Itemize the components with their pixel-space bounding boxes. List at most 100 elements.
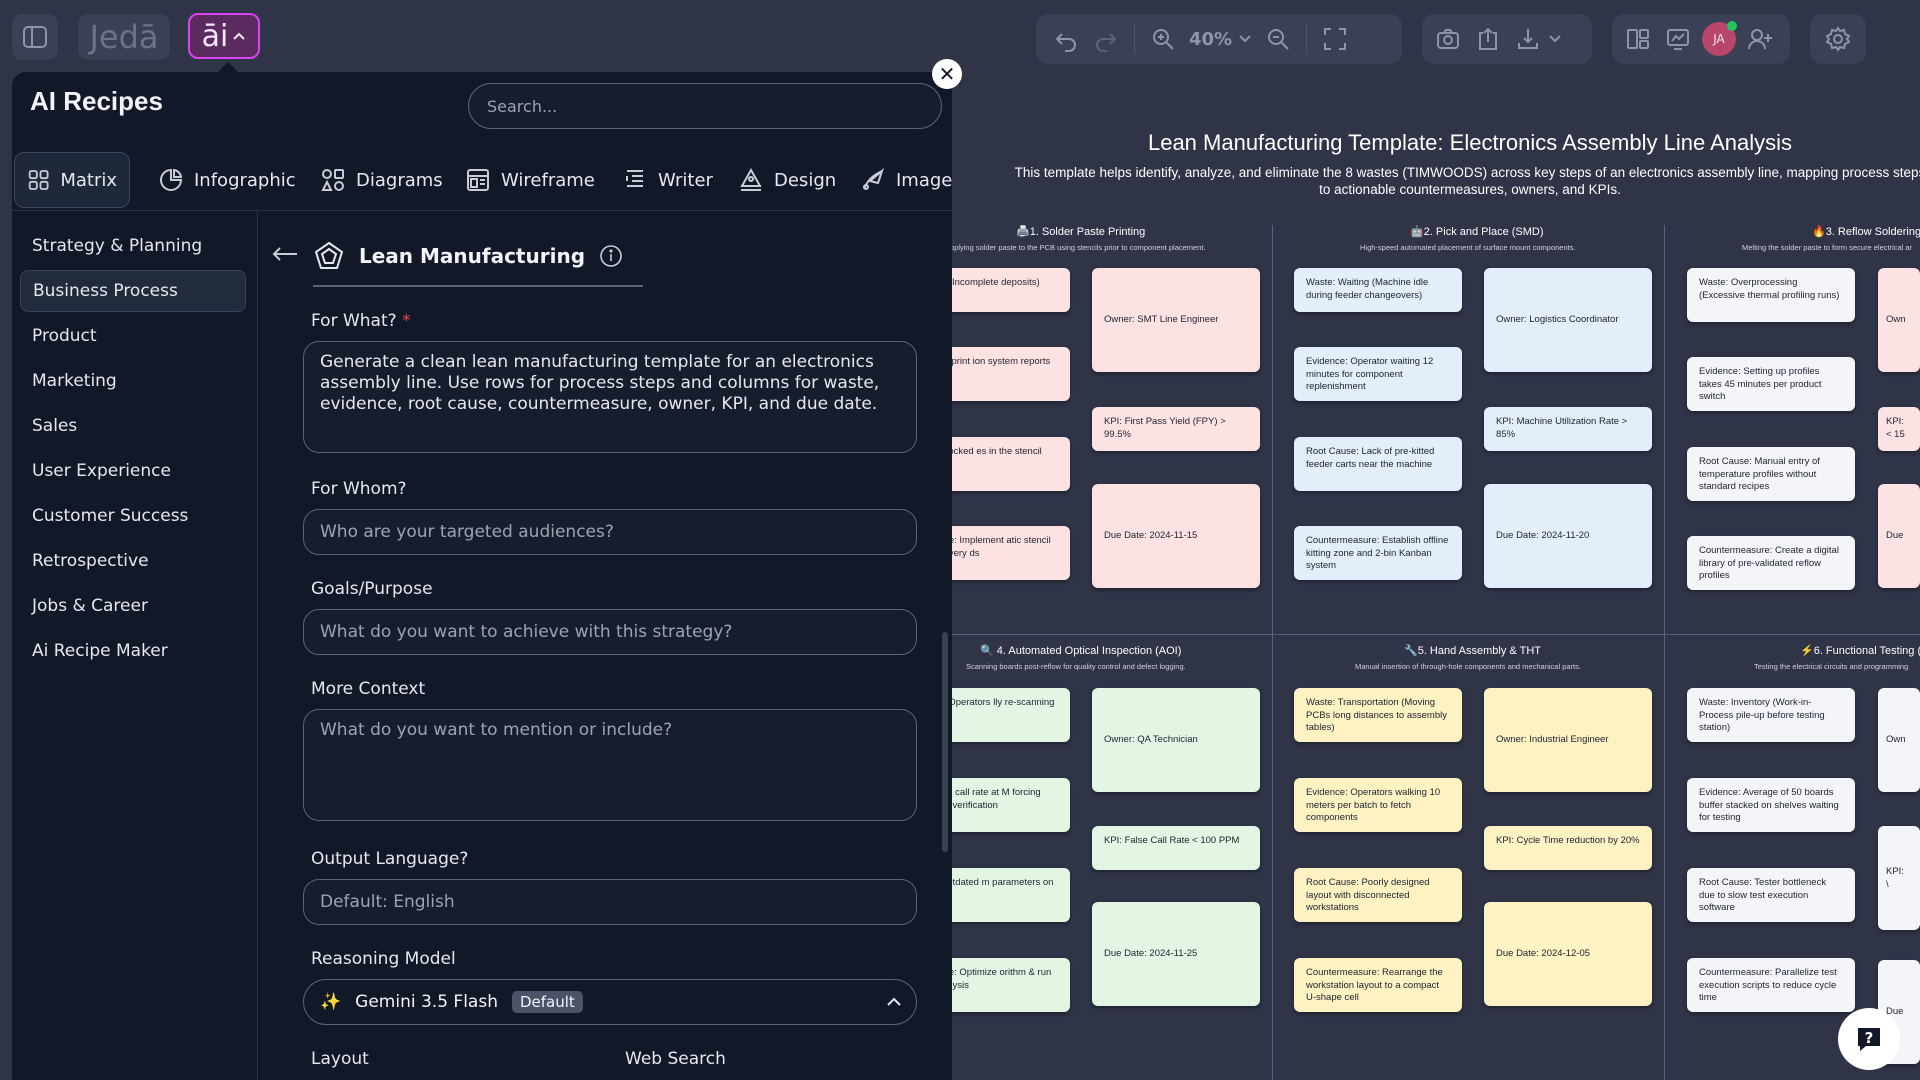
note-owner[interactable]: Own bbox=[1878, 268, 1920, 372]
note-root-cause[interactable]: Root Cause: Tester bottleneck due to slo… bbox=[1687, 868, 1855, 922]
category-product[interactable]: Product bbox=[20, 315, 246, 357]
note-evidence[interactable]: Evidence: Setting up profiles takes 45 m… bbox=[1687, 357, 1855, 411]
back-button[interactable] bbox=[271, 241, 299, 271]
note-evidence[interactable]: Evidence: Average of 50 boards buffer st… bbox=[1687, 778, 1855, 832]
note-waste[interactable]: Waste: Overprocessing (Excessive thermal… bbox=[1687, 268, 1855, 322]
undo-button[interactable] bbox=[1046, 19, 1086, 59]
note-evidence[interactable]: Evidence: Operator waiting 12 minutes fo… bbox=[1294, 347, 1462, 401]
note-due-date[interactable]: Due Date: 2024-11-15 bbox=[1092, 484, 1260, 588]
note-root-cause[interactable]: Root Cause: Poorly designed layout with … bbox=[1294, 868, 1462, 922]
note-kpi[interactable]: KPI: First Pass Yield (FPY) > 99.5% bbox=[1092, 407, 1260, 451]
wireframe-icon bbox=[467, 169, 489, 191]
upload-icon bbox=[1479, 27, 1497, 50]
fit-screen-icon bbox=[1324, 28, 1347, 50]
settings-toolbar bbox=[1810, 14, 1866, 64]
download-button[interactable] bbox=[1508, 19, 1548, 59]
note-kpi[interactable]: KPI: Cycle Time reduction by 20% bbox=[1484, 826, 1652, 870]
category-jobs-career[interactable]: Jobs & Career bbox=[20, 585, 246, 627]
chevron-down-icon bbox=[1239, 35, 1251, 43]
note-kpi[interactable]: KPI: False Call Rate < 100 PPM bbox=[1092, 826, 1260, 870]
scrollbar-thumb[interactable] bbox=[942, 632, 948, 852]
jeda-logo-button[interactable]: Jedā bbox=[78, 14, 170, 60]
category-marketing[interactable]: Marketing bbox=[20, 360, 246, 402]
note-kpi[interactable]: KPI: \ bbox=[1878, 826, 1920, 930]
note-root-cause[interactable]: Root Cause: Manual entry of temperature … bbox=[1687, 447, 1855, 501]
category-retrospective[interactable]: Retrospective bbox=[20, 540, 246, 582]
category-strategy-planning[interactable]: Strategy & Planning bbox=[20, 225, 246, 267]
tab-matrix[interactable]: Matrix bbox=[14, 152, 130, 208]
for-whom-input[interactable] bbox=[303, 509, 917, 555]
ai-recipes-toggle[interactable]: āi bbox=[188, 13, 260, 59]
search-input[interactable] bbox=[468, 83, 942, 129]
tab-infographic[interactable]: Infographic bbox=[146, 152, 308, 208]
fit-screen-button[interactable] bbox=[1315, 19, 1355, 59]
online-indicator bbox=[1727, 21, 1737, 31]
note-owner[interactable]: Owner: QA Technician bbox=[1092, 688, 1260, 792]
pentagon-icon bbox=[314, 241, 344, 269]
category-user-experience[interactable]: User Experience bbox=[20, 450, 246, 492]
category-customer-success[interactable]: Customer Success bbox=[20, 495, 246, 537]
category-sales[interactable]: Sales bbox=[20, 405, 246, 447]
present-button[interactable] bbox=[1658, 19, 1698, 59]
note-due-date[interactable]: Due Date: 2024-11-25 bbox=[1092, 902, 1260, 1006]
note-owner[interactable]: Owner: Industrial Engineer bbox=[1484, 688, 1652, 792]
add-user-button[interactable] bbox=[1740, 19, 1780, 59]
redo-button[interactable] bbox=[1086, 19, 1126, 59]
step-title: 🔥3. Reflow Soldering bbox=[1812, 226, 1920, 238]
history-zoom-toolbar: 40% bbox=[1036, 14, 1402, 64]
note-countermeasure[interactable]: Countermeasure: Establish offline kittin… bbox=[1294, 526, 1462, 580]
download-icon bbox=[1518, 29, 1538, 49]
note-owner[interactable]: Owner: Logistics Coordinator bbox=[1484, 268, 1652, 372]
download-dropdown[interactable] bbox=[1508, 19, 1562, 59]
chevron-up-icon bbox=[887, 997, 901, 1006]
tab-diagrams[interactable]: Diagrams bbox=[308, 152, 455, 208]
note-waste[interactable]: Waste: Inventory (Work-in-Process pile-u… bbox=[1687, 688, 1855, 742]
recipe-name: Lean Manufacturing bbox=[359, 244, 586, 268]
note-root-cause[interactable]: Root Cause: Lack of pre-kitted feeder ca… bbox=[1294, 437, 1462, 491]
note-countermeasure[interactable]: Countermeasure: Create a digital library… bbox=[1687, 536, 1855, 590]
note-owner[interactable]: Own bbox=[1878, 688, 1920, 792]
board-description: This template helps identify, analyze, a… bbox=[1014, 165, 1920, 197]
goals-input[interactable] bbox=[303, 609, 917, 655]
category-sidebar: Strategy & Planning Business Process Pro… bbox=[12, 211, 258, 1080]
note-evidence[interactable]: Evidence: Operators walking 10 meters pe… bbox=[1294, 778, 1462, 832]
tab-writer[interactable]: Writer bbox=[610, 152, 725, 208]
for-what-input[interactable] bbox=[303, 341, 917, 453]
sidebar-toggle-button[interactable] bbox=[12, 14, 58, 60]
note-countermeasure[interactable]: Countermeasure: Rearrange the workstatio… bbox=[1294, 958, 1462, 1012]
info-icon[interactable] bbox=[599, 244, 623, 268]
step-title: 🔧5. Hand Assembly & THT bbox=[1404, 645, 1541, 657]
tab-label: Diagrams bbox=[356, 169, 443, 191]
tab-design[interactable]: Design bbox=[726, 152, 848, 208]
tab-image[interactable]: Image bbox=[848, 152, 952, 208]
note-kpi[interactable]: KPI: < 15 bbox=[1878, 407, 1920, 451]
tab-wireframe[interactable]: Wireframe bbox=[453, 152, 607, 208]
reasoning-model-select[interactable]: ✨ Gemini 3.5 Flash Default bbox=[303, 979, 917, 1025]
note-waste[interactable]: Waste: Waiting (Machine idle during feed… bbox=[1294, 268, 1462, 312]
shapes-icon bbox=[321, 169, 344, 191]
screenshot-button[interactable] bbox=[1428, 19, 1468, 59]
note-due-date[interactable]: Due bbox=[1878, 484, 1920, 588]
note-due-date[interactable]: Due Date: 2024-11-20 bbox=[1484, 484, 1652, 588]
note-owner[interactable]: Owner: SMT Line Engineer bbox=[1092, 268, 1260, 372]
category-business-process[interactable]: Business Process bbox=[20, 270, 246, 312]
category-ai-recipe-maker[interactable]: Ai Recipe Maker bbox=[20, 630, 246, 672]
avatar[interactable]: JA bbox=[1702, 21, 1737, 56]
pie-icon bbox=[160, 168, 183, 191]
help-button[interactable]: ? bbox=[1838, 1008, 1900, 1070]
zoom-out-button[interactable] bbox=[1258, 19, 1298, 59]
output-language-input[interactable] bbox=[303, 879, 917, 925]
reasoning-model-label: Reasoning Model bbox=[311, 949, 456, 969]
note-due-date[interactable]: Due Date: 2024-12-05 bbox=[1484, 902, 1652, 1006]
note-waste[interactable]: Waste: Transportation (Moving PCBs long … bbox=[1294, 688, 1462, 742]
close-panel-button[interactable]: ✕ bbox=[932, 59, 962, 89]
note-countermeasure[interactable]: Countermeasure: Parallelize test executi… bbox=[1687, 958, 1855, 1012]
zoom-level-dropdown[interactable]: 40% bbox=[1183, 29, 1258, 50]
column-divider bbox=[1272, 225, 1273, 1080]
settings-button[interactable] bbox=[1818, 19, 1858, 59]
zoom-in-button[interactable] bbox=[1143, 19, 1183, 59]
note-kpi[interactable]: KPI: Machine Utilization Rate > 85% bbox=[1484, 407, 1652, 451]
context-input[interactable] bbox=[303, 709, 917, 821]
upload-button[interactable] bbox=[1468, 19, 1508, 59]
layout-button[interactable] bbox=[1618, 19, 1658, 59]
